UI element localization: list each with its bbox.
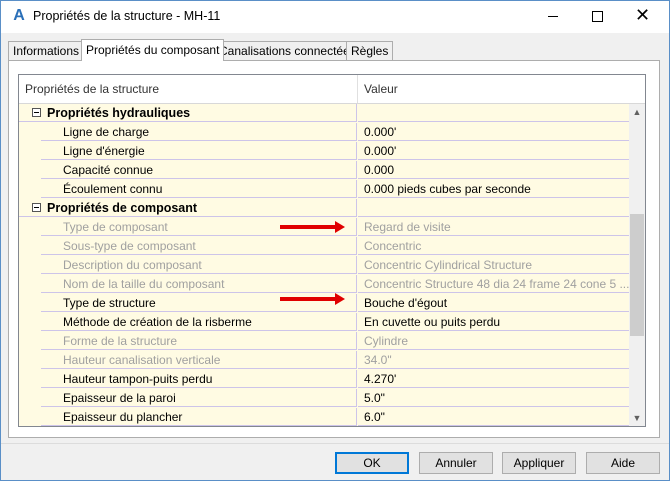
autocad-app-icon: A (13, 7, 25, 24)
property-row[interactable]: Epaisseur du plancher 6.0" (19, 408, 629, 426)
property-name: Forme de la structure (41, 332, 357, 350)
property-value[interactable]: En cuvette ou puits perdu (358, 313, 629, 331)
property-row[interactable]: Hauteur canalisation verticale 34.0" (19, 351, 629, 370)
header-property[interactable]: Propriétés de la structure (19, 75, 355, 103)
category-row-composant[interactable]: Propriétés de composant (19, 199, 629, 218)
property-value: 34.0" (358, 351, 629, 369)
property-row[interactable]: Nom de la taille du composant Concentric … (19, 275, 629, 294)
title-bar[interactable]: A Propriétés de la structure - MH-11 ✕ (1, 1, 669, 33)
property-value[interactable]: 0.000' (358, 142, 629, 160)
property-name: Méthode de création de la risberme (41, 313, 357, 331)
property-name: Ligne de charge (41, 123, 357, 141)
resize-grip-icon[interactable] (657, 468, 667, 478)
property-value: Concentric (358, 237, 629, 255)
property-value: Concentric Cylindrical Structure (358, 256, 629, 274)
property-value: Concentric Structure 48 dia 24 frame 24 … (358, 275, 629, 293)
category-label: Propriétés de composant (19, 199, 357, 217)
property-name: Description du composant (41, 256, 357, 274)
property-name: Écoulement connu (41, 180, 357, 198)
footer-divider (1, 443, 669, 444)
property-row[interactable]: Ligne de charge 0.000' (19, 123, 629, 142)
close-button[interactable]: ✕ (620, 1, 665, 31)
collapse-icon[interactable] (32, 108, 41, 117)
property-name: Hauteur tampon-puits perdu (41, 370, 357, 388)
property-name: Nom de la taille du composant (41, 275, 357, 293)
minimize-icon (547, 15, 558, 17)
property-value[interactable]: 0.000 (358, 161, 629, 179)
property-row[interactable]: Ligne d'énergie 0.000' (19, 142, 629, 161)
tab-regles[interactable]: Règles (346, 41, 394, 60)
red-arrow-annotation (280, 221, 345, 233)
property-row[interactable]: Capacité connue 0.000 (19, 161, 629, 180)
property-name: Ligne d'énergie (41, 142, 357, 160)
property-row[interactable]: Epaisseur de la paroi 5.0" (19, 389, 629, 408)
scroll-thumb[interactable] (630, 214, 644, 336)
property-value[interactable]: 5.0" (358, 389, 629, 407)
maximize-button[interactable] (575, 1, 620, 31)
property-grid: Propriétés de la structure Valeur Propri… (18, 74, 646, 427)
tab-informations[interactable]: Informations (8, 41, 85, 60)
grid-rows: Propriétés hydrauliques Ligne de charge 0… (19, 104, 629, 426)
close-icon: ✕ (634, 5, 651, 26)
header-value[interactable]: Valeur (358, 75, 634, 103)
property-name: Epaisseur de la paroi (41, 389, 357, 407)
property-value[interactable]: 0.000 pieds cubes par seconde (358, 180, 629, 198)
window-title: Propriétés de la structure - MH-11 (33, 9, 221, 23)
property-row[interactable]: Sous-type de composant Concentric (19, 237, 629, 256)
property-name: Sous-type de composant (41, 237, 357, 255)
apply-button[interactable]: Appliquer (502, 452, 576, 474)
property-name: Capacité connue (41, 161, 357, 179)
collapse-icon[interactable] (32, 203, 41, 212)
dialog-window: A Propriétés de la structure - MH-11 ✕ I… (0, 0, 670, 481)
property-row[interactable]: Hauteur tampon-puits perdu 4.270' (19, 370, 629, 389)
grid-header: Propriétés de la structure Valeur (19, 75, 645, 104)
cancel-button[interactable]: Annuler (419, 452, 493, 474)
scroll-up-icon[interactable]: ▲ (629, 104, 645, 120)
tab-canalisations-connectees[interactable]: Canalisations connectées (214, 41, 361, 60)
minimize-button[interactable] (530, 1, 575, 31)
property-value: Cylindre (358, 332, 629, 350)
vertical-scrollbar[interactable]: ▲ ▼ (629, 104, 645, 426)
property-value[interactable]: 4.270' (358, 370, 629, 388)
category-label: Propriétés hydrauliques (19, 104, 357, 122)
maximize-icon (592, 10, 603, 22)
tab-proprietes-composant[interactable]: Propriétés du composant (81, 39, 225, 61)
category-value (358, 199, 629, 217)
property-value[interactable]: Bouche d'égout (358, 294, 629, 312)
scroll-down-icon[interactable]: ▼ (629, 410, 645, 426)
property-name: Hauteur canalisation verticale (41, 351, 357, 369)
property-value[interactable]: 0.000' (358, 123, 629, 141)
help-button[interactable]: Aide (586, 452, 660, 474)
property-row[interactable]: Écoulement connu 0.000 pieds cubes par se… (19, 180, 629, 199)
red-arrow-annotation (280, 293, 345, 305)
category-value (358, 104, 629, 122)
category-row-hydraulique[interactable]: Propriétés hydrauliques (19, 104, 629, 123)
property-name: Epaisseur du plancher (41, 408, 357, 426)
property-value[interactable]: 6.0" (358, 408, 629, 426)
property-value: Regard de visite (358, 218, 629, 236)
ok-button[interactable]: OK (335, 452, 409, 474)
property-row[interactable]: Forme de la structure Cylindre (19, 332, 629, 351)
property-row[interactable]: Description du composant Concentric Cylin… (19, 256, 629, 275)
property-row[interactable]: Méthode de création de la risberme En cuv… (19, 313, 629, 332)
